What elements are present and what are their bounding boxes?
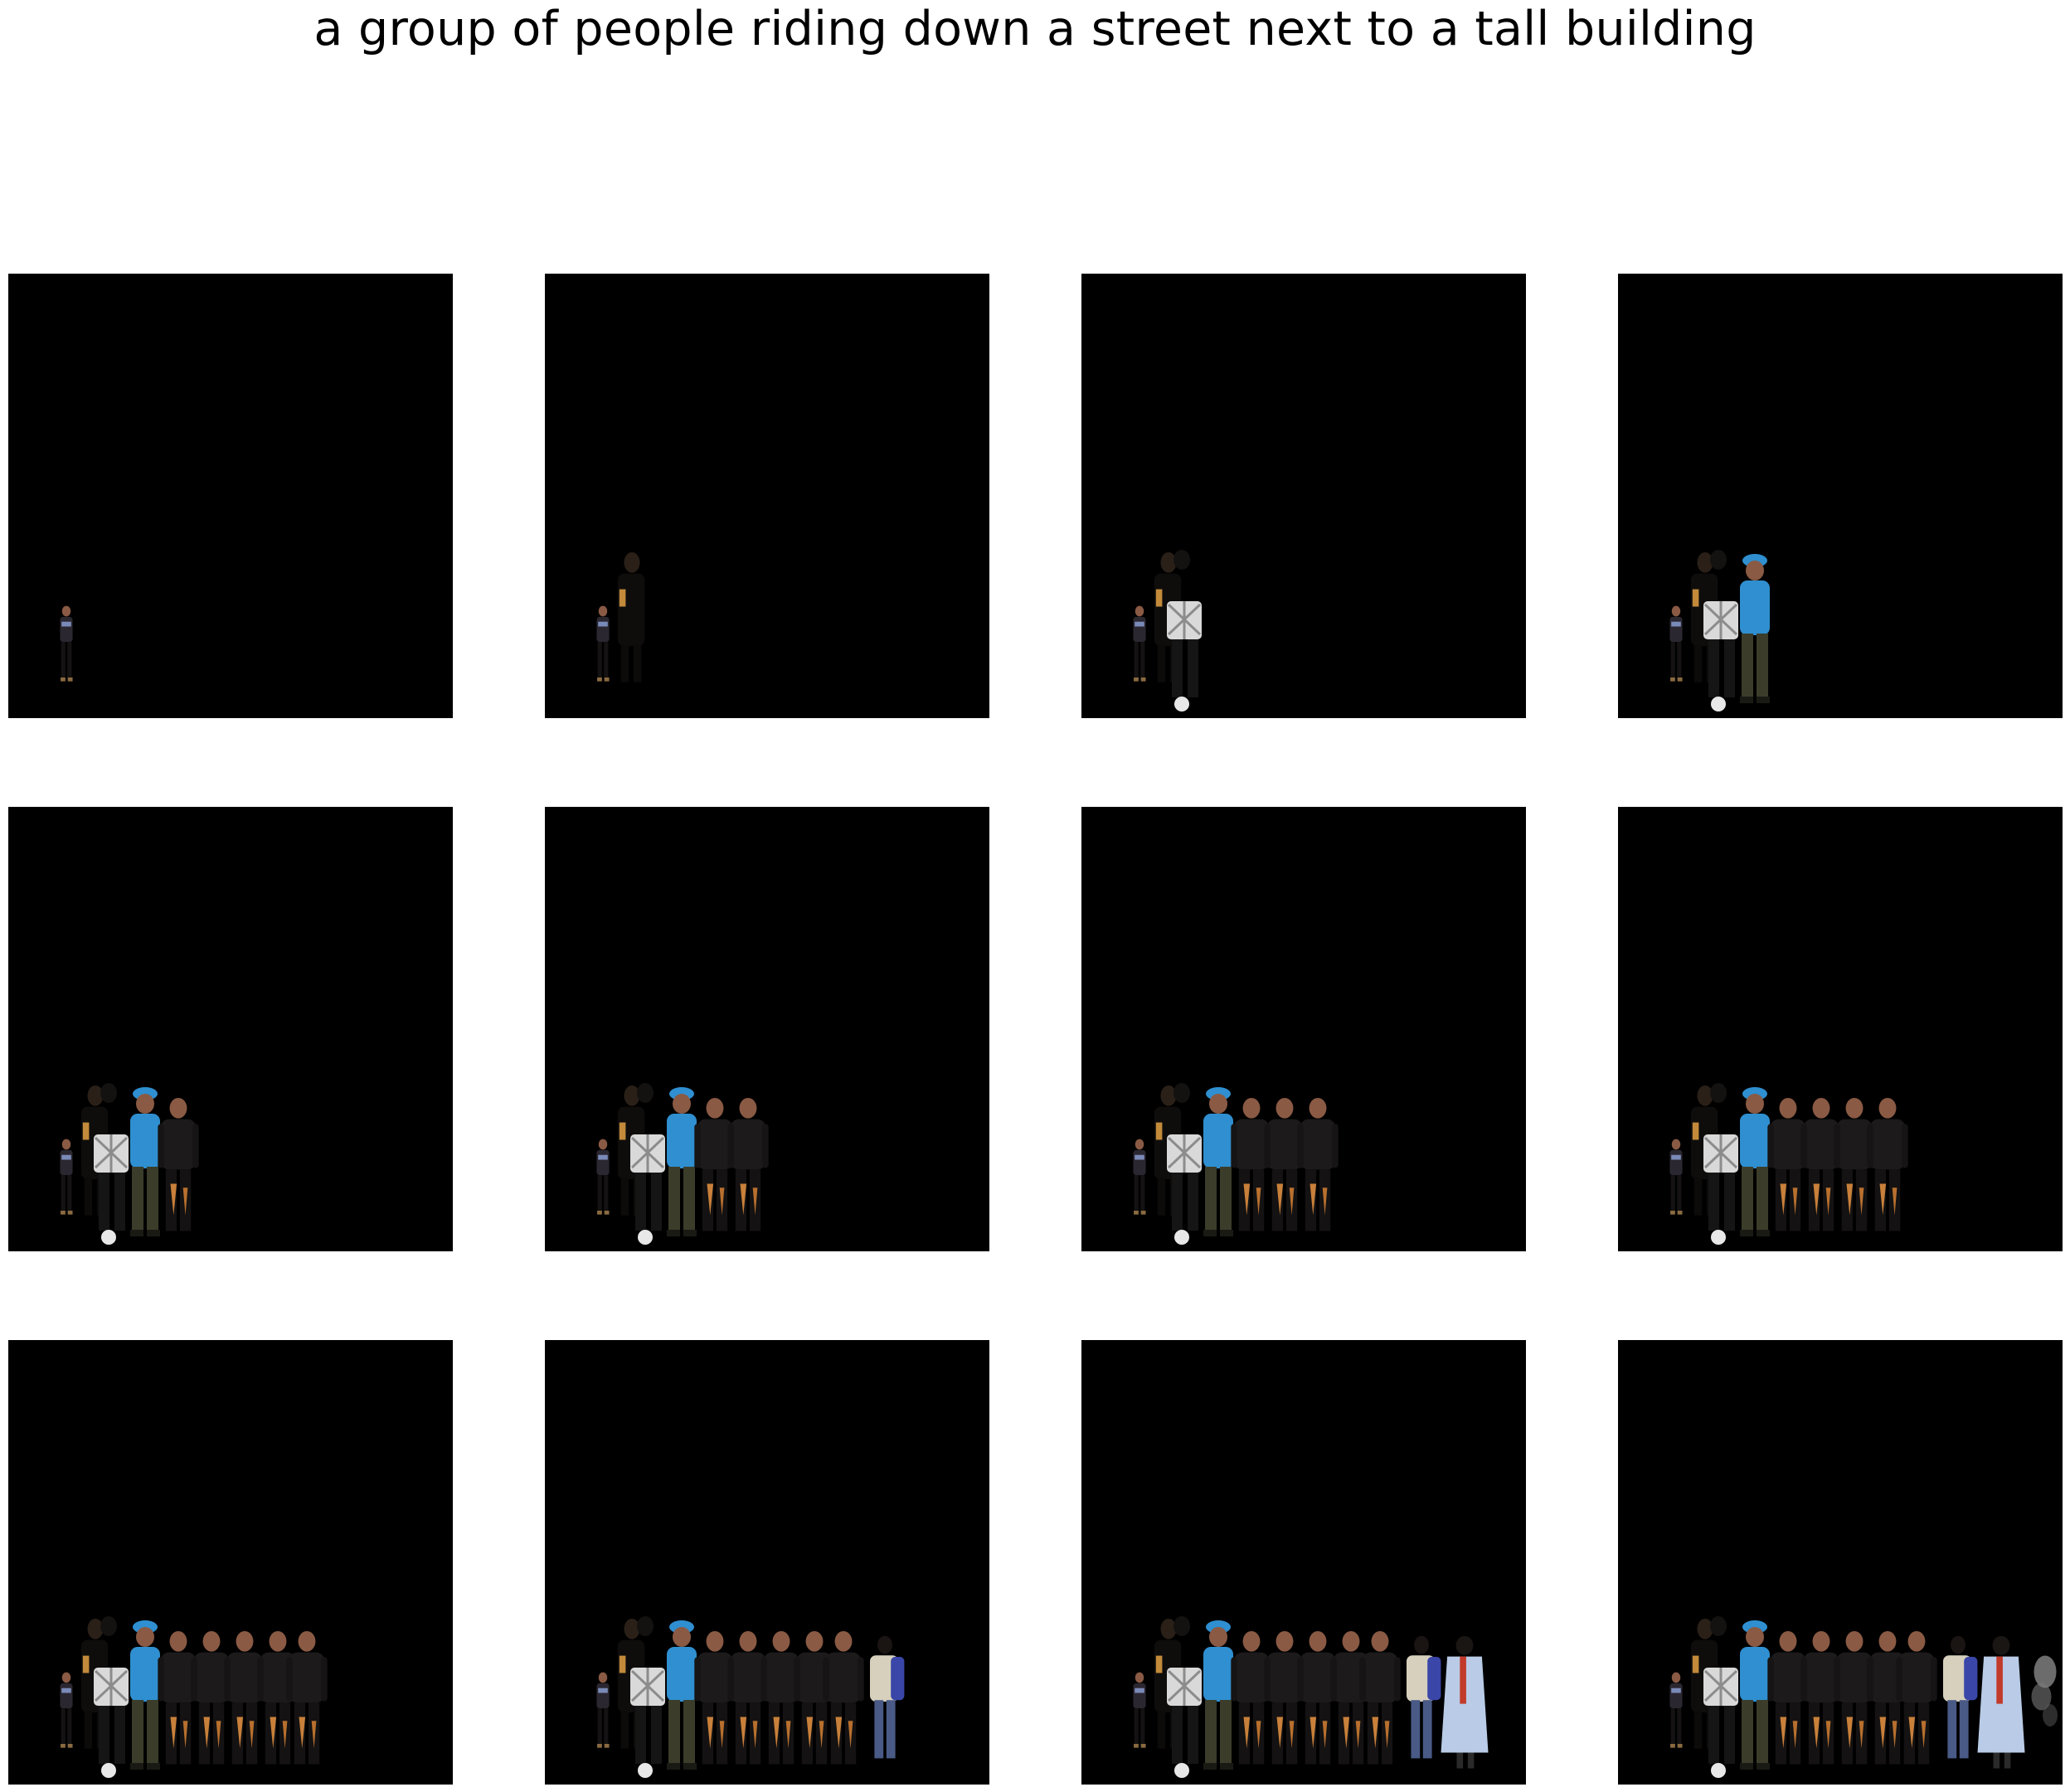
frame-7-image: [1081, 807, 1526, 1251]
frame-1: [8, 274, 453, 718]
frame-5: [8, 807, 453, 1251]
frame-2: [545, 274, 989, 718]
frame-9-image: [8, 1340, 453, 1785]
frame-2-image: [545, 274, 989, 718]
frame-6: [545, 807, 989, 1251]
frame-12: [1618, 1340, 2063, 1785]
caption-title: a group of people riding down a street n…: [313, 2, 1757, 56]
frame-12-image: [1618, 1340, 2063, 1785]
frame-9: [8, 1340, 453, 1785]
frame-4: [1618, 274, 2063, 718]
frame-1-image: [8, 274, 453, 718]
frame-11: [1081, 1340, 1526, 1785]
frame-5-image: [8, 807, 453, 1251]
frame-3-image: [1081, 274, 1526, 718]
frame-4-image: [1618, 274, 2063, 718]
frame-7: [1081, 807, 1526, 1251]
frame-11-image: [1081, 1340, 1526, 1785]
frame-3: [1081, 274, 1526, 718]
frame-10: [545, 1340, 989, 1785]
frame-6-image: [545, 807, 989, 1251]
frame-8: [1618, 807, 2063, 1251]
frame-10-image: [545, 1340, 989, 1785]
frame-8-image: [1618, 807, 2063, 1251]
